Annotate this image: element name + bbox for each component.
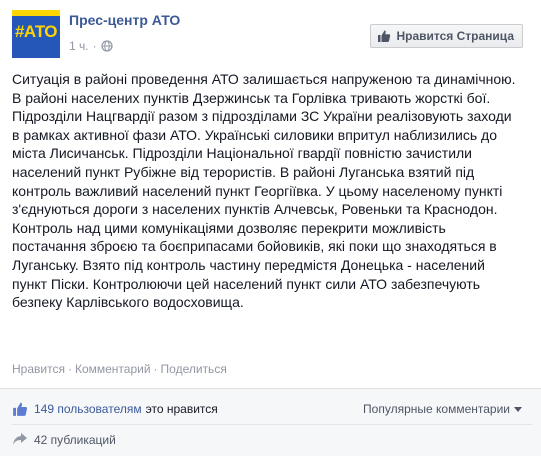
like-action-link[interactable]: Нравится — [12, 362, 65, 376]
comment-action-link[interactable]: Комментарий — [75, 362, 151, 376]
shares-count: 42 публикаций — [34, 433, 116, 447]
page-name-link[interactable]: Прес-центр АТО — [69, 12, 180, 28]
avatar-logo-text: #АТО — [14, 22, 58, 41]
action-separator: · — [153, 362, 158, 376]
like-page-button-label: Нравится Страница — [396, 29, 514, 43]
page-avatar[interactable]: #АТО — [12, 10, 60, 58]
thumbs-up-icon — [377, 29, 391, 43]
shares-summary[interactable]: 42 публикаций — [12, 431, 116, 449]
post-timestamp-link[interactable]: 1 ч. — [69, 39, 89, 53]
footer-divider — [12, 424, 532, 425]
comments-sort-dropdown[interactable]: Популярные комментарии — [363, 402, 522, 416]
caret-down-icon — [514, 402, 522, 416]
globe-icon[interactable] — [100, 40, 113, 52]
thumbs-up-icon — [12, 401, 28, 417]
avatar-stripe — [12, 10, 60, 16]
share-action-link[interactable]: Поделиться — [161, 362, 227, 376]
post-footer: 149 пользователям это нравится Популярны… — [0, 388, 541, 456]
post-header: #АТО Прес-центр АТО 1 ч. · Нравится Стра… — [12, 10, 532, 58]
meta-separator: · — [92, 39, 97, 53]
action-separator: · — [67, 362, 72, 376]
likes-summary: 149 пользователям это нравится Популярны… — [12, 399, 532, 419]
post-text: Ситуація в районі проведення АТО залишає… — [12, 71, 516, 311]
post-meta: 1 ч. · — [69, 39, 113, 53]
likes-count-link[interactable]: 149 пользователям — [34, 402, 142, 416]
post-actions: Нравится · Комментарий · Поделиться — [12, 362, 227, 376]
likes-suffix: это нравится — [145, 402, 218, 416]
share-arrow-icon — [12, 432, 28, 449]
like-page-button[interactable]: Нравится Страница — [370, 24, 523, 48]
comments-sort-label: Популярные комментарии — [363, 402, 510, 416]
